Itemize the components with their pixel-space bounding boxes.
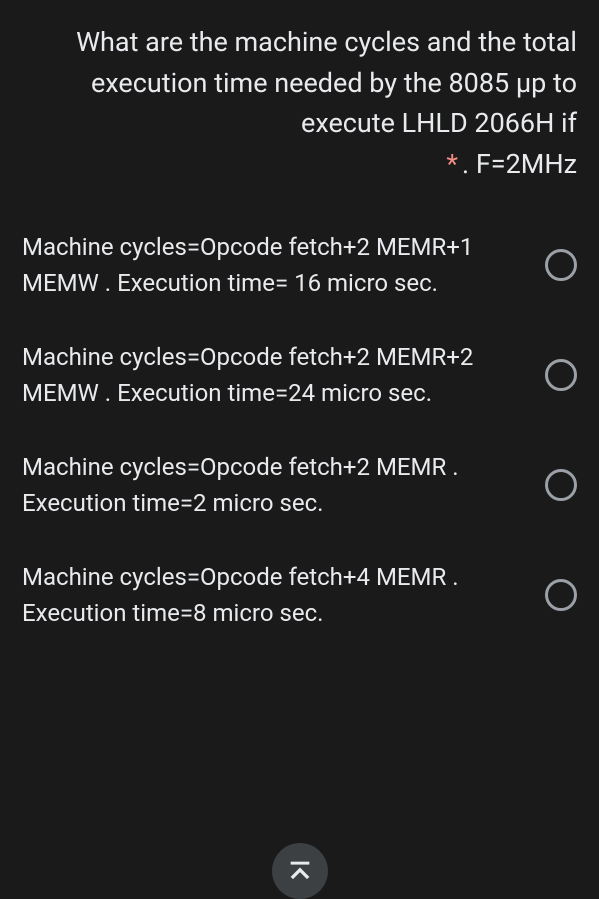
- option-label: Machine cycles=Opcode fetch+2 MEMR . Exe…: [22, 449, 545, 521]
- option-label: Machine cycles=Opcode fetch+4 MEMR . Exe…: [22, 559, 545, 631]
- chevron-up-bar-icon: [286, 857, 314, 885]
- collapse-button[interactable]: [272, 843, 328, 899]
- radio-icon[interactable]: [545, 579, 577, 611]
- options-list: Machine cycles=Opcode fetch+2 MEMR+1 MEM…: [22, 229, 577, 631]
- question-suffix: *. F=2MHz: [22, 144, 577, 185]
- question-main: What are the machine cycles and the tota…: [22, 22, 577, 144]
- option-row[interactable]: Machine cycles=Opcode fetch+2 MEMR . Exe…: [22, 449, 577, 521]
- question-block: What are the machine cycles and the tota…: [22, 22, 577, 184]
- required-star: *: [446, 148, 458, 180]
- radio-icon[interactable]: [545, 359, 577, 391]
- option-row[interactable]: Machine cycles=Opcode fetch+2 MEMR+2 MEM…: [22, 339, 577, 411]
- radio-icon[interactable]: [545, 249, 577, 281]
- question-text: What are the machine cycles and the tota…: [22, 22, 577, 184]
- option-label: Machine cycles=Opcode fetch+2 MEMR+2 MEM…: [22, 339, 545, 411]
- option-row[interactable]: Machine cycles=Opcode fetch+2 MEMR+1 MEM…: [22, 229, 577, 301]
- option-row[interactable]: Machine cycles=Opcode fetch+4 MEMR . Exe…: [22, 559, 577, 631]
- radio-icon[interactable]: [545, 469, 577, 501]
- question-suffix-text: . F=2MHz: [462, 148, 577, 180]
- option-label: Machine cycles=Opcode fetch+2 MEMR+1 MEM…: [22, 229, 545, 301]
